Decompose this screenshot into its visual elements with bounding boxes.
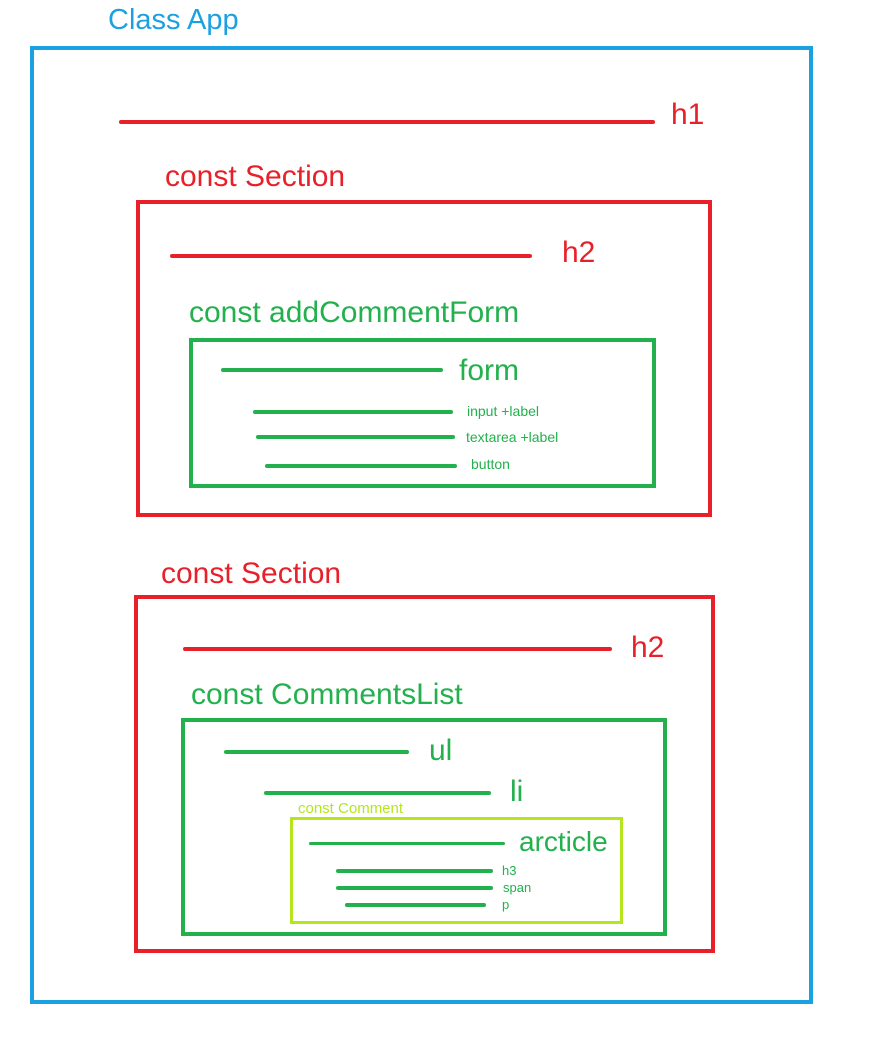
section1-h2-label: h2 xyxy=(562,236,596,269)
li-label: li xyxy=(510,775,524,808)
button-line xyxy=(265,464,457,468)
textarea-label: textarea +label xyxy=(466,429,559,445)
h1-label: h1 xyxy=(671,98,705,131)
section2-label: const Section xyxy=(161,557,342,590)
button-label: button xyxy=(471,456,510,472)
h3-label: h3 xyxy=(502,863,517,878)
ul-label: ul xyxy=(429,734,453,767)
p-line xyxy=(345,903,486,907)
comments-list-label: const CommentsList xyxy=(191,678,463,711)
li-line xyxy=(264,791,491,795)
span-label: span xyxy=(503,880,532,895)
article-line xyxy=(309,842,505,845)
article-label: arcticle xyxy=(519,826,608,857)
h3-line xyxy=(336,869,493,873)
ul-line xyxy=(224,750,409,754)
p-label: p xyxy=(502,897,510,912)
textarea-line xyxy=(256,435,455,439)
comment-component-label: const Comment xyxy=(298,800,404,817)
input-line xyxy=(253,410,453,414)
h1-line xyxy=(119,120,655,124)
section2-h2-label: h2 xyxy=(631,631,665,664)
form-label: form xyxy=(459,354,519,387)
section2-h2-line xyxy=(183,647,612,651)
section1-label: const Section xyxy=(165,160,346,193)
form-component-label: const addCommentForm xyxy=(189,296,520,329)
span-line xyxy=(336,886,493,890)
section1-h2-line xyxy=(170,254,532,258)
input-label: input +label xyxy=(467,403,540,419)
app-label: Class App xyxy=(108,4,239,36)
form-line xyxy=(221,368,443,372)
